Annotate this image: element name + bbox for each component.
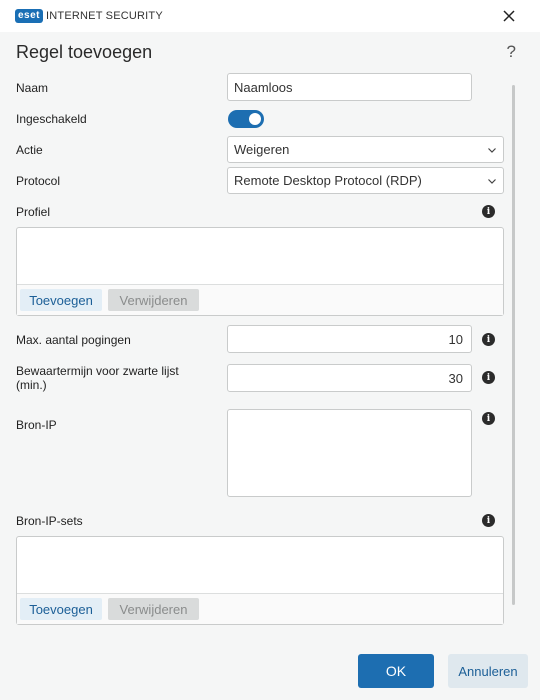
info-icon[interactable]: i xyxy=(482,514,495,527)
protocol-select[interactable]: Remote Desktop Protocol (RDP) xyxy=(227,167,504,194)
ok-button[interactable]: OK xyxy=(358,654,434,688)
scrollbar[interactable] xyxy=(512,85,515,605)
chevron-down-icon xyxy=(488,178,496,184)
source-ip-sets-toolbar: Toevoegen Verwijderen xyxy=(17,593,503,624)
max-attempts-field[interactable]: 10 xyxy=(227,325,472,353)
name-label: Naam xyxy=(16,81,49,95)
action-select[interactable]: Weigeren xyxy=(227,136,504,163)
retention-label: Bewaartermijn voor zwarte lijst (min.) xyxy=(16,364,179,392)
info-icon[interactable]: i xyxy=(482,371,495,384)
info-icon[interactable]: i xyxy=(482,333,495,346)
profile-label: Profiel xyxy=(16,205,51,219)
info-icon[interactable]: i xyxy=(482,412,495,425)
close-icon[interactable] xyxy=(500,7,518,25)
source-ip-sets-list[interactable]: Toevoegen Verwijderen xyxy=(16,536,504,625)
profile-remove-button[interactable]: Verwijderen xyxy=(108,289,199,311)
source-ip-sets-add-button[interactable]: Toevoegen xyxy=(20,598,102,620)
profile-list[interactable]: Toevoegen Verwijderen xyxy=(16,227,504,316)
retention-field[interactable]: 30 xyxy=(227,364,472,392)
product-name: INTERNET SECURITY xyxy=(46,10,163,22)
app-logo: eset INTERNET SECURITY xyxy=(15,9,163,23)
enabled-toggle[interactable] xyxy=(228,110,264,128)
action-label: Actie xyxy=(16,143,43,157)
toggle-knob xyxy=(249,113,261,125)
help-icon[interactable]: ? xyxy=(507,42,516,62)
dialog-title: Regel toevoegen xyxy=(16,42,153,62)
logo-badge: eset xyxy=(15,9,44,23)
title-bar: eset INTERNET SECURITY xyxy=(0,0,540,32)
source-ip-sets-remove-button[interactable]: Verwijderen xyxy=(108,598,199,620)
chevron-down-icon xyxy=(488,147,496,153)
cancel-button[interactable]: Annuleren xyxy=(448,654,528,688)
action-value: Weigeren xyxy=(234,142,290,157)
source-ip-textarea[interactable] xyxy=(227,409,472,497)
profile-list-toolbar: Toevoegen Verwijderen xyxy=(17,284,503,315)
name-field[interactable]: Naamloos xyxy=(227,73,472,101)
profile-add-button[interactable]: Toevoegen xyxy=(20,289,102,311)
source-ip-sets-label: Bron-IP-sets xyxy=(16,514,83,528)
enabled-label: Ingeschakeld xyxy=(16,112,87,126)
protocol-label: Protocol xyxy=(16,174,61,188)
max-attempts-label: Max. aantal pogingen xyxy=(16,333,131,347)
info-icon[interactable]: i xyxy=(482,205,495,218)
protocol-value: Remote Desktop Protocol (RDP) xyxy=(234,173,422,188)
source-ip-label: Bron-IP xyxy=(16,418,57,432)
